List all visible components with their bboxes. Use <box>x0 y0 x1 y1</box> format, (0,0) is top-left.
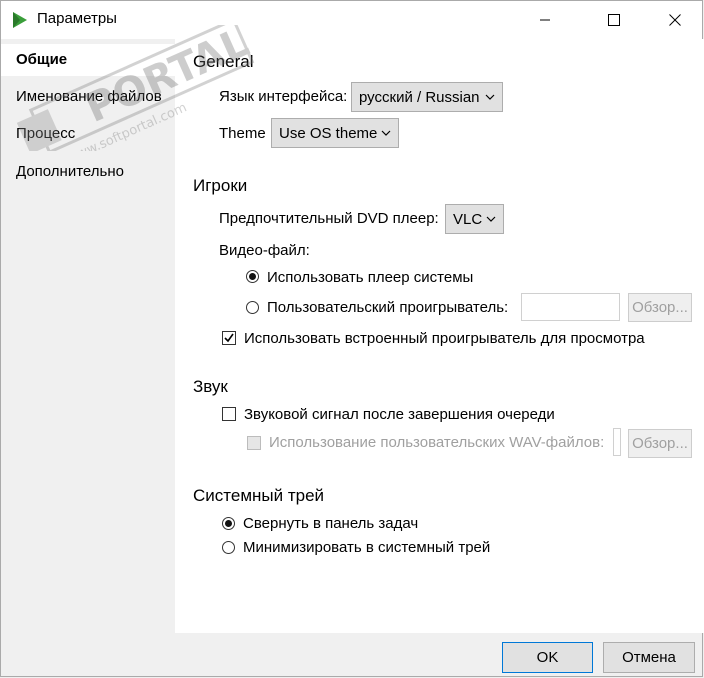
maximize-button[interactable] <box>591 1 637 39</box>
theme-select[interactable]: Use OS theme <box>271 118 399 148</box>
custom-player-browse-button[interactable]: Обзор... <box>628 293 692 322</box>
language-label: Язык интерфейса: <box>219 88 348 105</box>
chevron-down-icon <box>486 216 496 222</box>
minimize-to-tray-label[interactable]: Минимизировать в системный трей <box>243 539 490 556</box>
dvd-player-select-value: VLC <box>453 210 483 228</box>
sidebar: Общие Именование файлов Процесс Дополнит… <box>1 39 175 637</box>
section-title-sound: Звук <box>193 377 228 396</box>
custom-wav-browse-button[interactable]: Обзор... <box>628 429 692 458</box>
preferences-window: Параметры Общие Именование файлов Процес… <box>0 0 704 677</box>
sidebar-item-process[interactable]: Процесс <box>1 118 175 150</box>
section-title-system-tray: Системный трей <box>193 486 325 505</box>
custom-player-label[interactable]: Пользовательский проигрыватель: <box>267 299 508 316</box>
minimize-to-taskbar-radio[interactable] <box>222 517 235 530</box>
section-title-general: General <box>193 52 254 71</box>
section-title-players: Игроки <box>193 176 248 195</box>
minimize-to-tray-radio[interactable] <box>222 541 235 554</box>
theme-label: Theme <box>219 125 266 142</box>
chevron-down-icon <box>485 94 495 100</box>
checkmark-icon <box>224 333 234 343</box>
dvd-player-label: Предпочтительный DVD плеер: <box>219 210 439 227</box>
ok-button[interactable]: OK <box>502 642 593 673</box>
video-file-label: Видео-файл: <box>219 242 310 259</box>
system-player-radio[interactable] <box>246 270 259 283</box>
minimize-icon <box>540 19 550 21</box>
window-title: Параметры <box>37 10 117 27</box>
settings-panel: General Язык интерфейса: русский / Russi… <box>175 39 704 633</box>
custom-wav-label[interactable]: Использование пользовательских WAV-файло… <box>269 434 604 451</box>
builtin-player-label[interactable]: Использовать встроенный проигрыватель дл… <box>244 330 645 347</box>
cancel-button[interactable]: Отмена <box>603 642 695 673</box>
maximize-icon <box>608 14 620 26</box>
custom-wav-checkbox[interactable] <box>247 436 261 450</box>
custom-wav-path-input[interactable] <box>613 428 621 456</box>
sidebar-item-general[interactable]: Общие <box>1 44 175 76</box>
language-select[interactable]: русский / Russian <box>351 82 503 112</box>
builtin-player-checkbox[interactable] <box>222 331 236 345</box>
queue-beep-checkbox[interactable] <box>222 407 236 421</box>
sidebar-item-file-naming[interactable]: Именование файлов <box>1 81 175 113</box>
theme-select-value: Use OS theme <box>279 124 378 142</box>
dvd-player-select[interactable]: VLC <box>445 204 504 234</box>
minimize-to-taskbar-label[interactable]: Свернуть в панель задач <box>243 515 418 532</box>
queue-beep-label[interactable]: Звуковой сигнал после завершения очереди <box>244 406 555 423</box>
custom-player-path-input[interactable] <box>521 293 620 321</box>
sidebar-item-advanced[interactable]: Дополнительно <box>1 156 175 188</box>
minimize-button[interactable] <box>522 1 568 39</box>
close-icon <box>669 14 681 26</box>
close-button[interactable] <box>652 1 698 39</box>
chevron-down-icon <box>381 130 391 136</box>
language-select-value: русский / Russian <box>359 88 480 106</box>
custom-player-radio[interactable] <box>246 301 259 314</box>
system-player-label[interactable]: Использовать плеер системы <box>267 269 473 286</box>
title-bar: Параметры <box>1 1 702 39</box>
app-logo-icon <box>13 12 27 28</box>
